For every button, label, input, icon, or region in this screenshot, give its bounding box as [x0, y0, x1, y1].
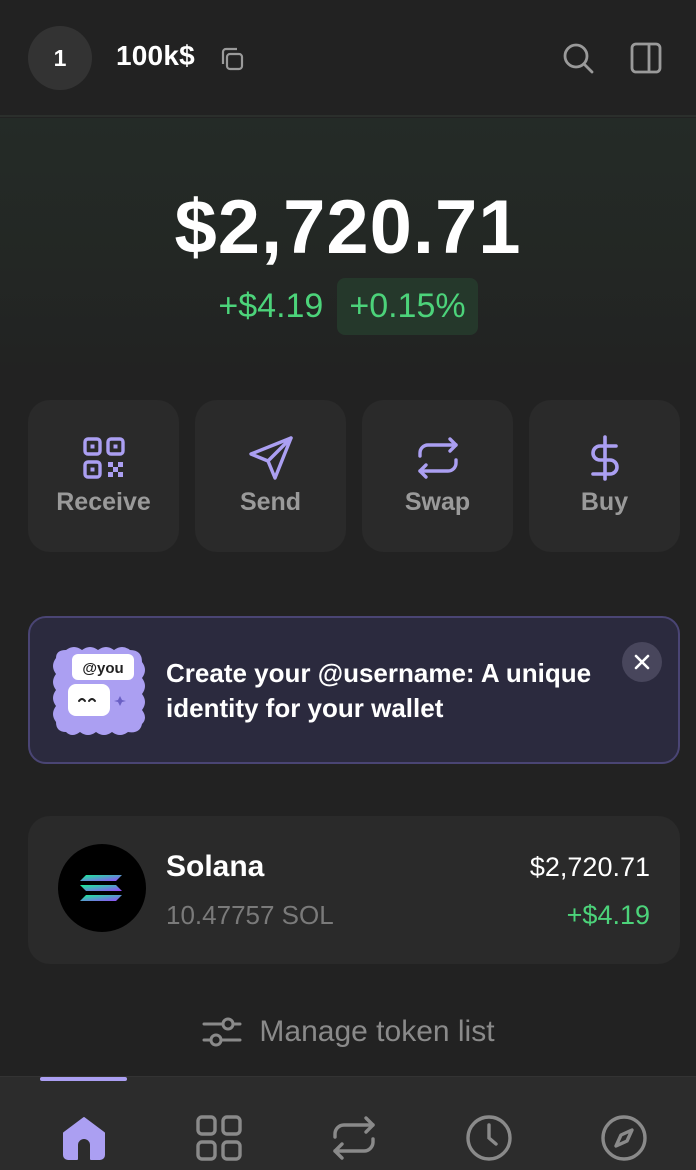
wallet-app: 1 100k$ $2,720.71 +$4.19 +0.15% Receive …: [0, 0, 696, 1170]
swap-label: Swap: [404, 488, 471, 516]
swap-button[interactable]: Swap: [362, 400, 513, 552]
sidebar-toggle-icon[interactable]: [628, 40, 664, 76]
copy-icon[interactable]: [218, 45, 246, 73]
search-icon[interactable]: [560, 40, 596, 76]
history-clock-icon[interactable]: [464, 1113, 514, 1163]
home-icon[interactable]: [59, 1113, 109, 1163]
collectibles-grid-icon[interactable]: [194, 1113, 244, 1163]
manage-token-list-label: Manage token list: [259, 1015, 495, 1048]
header: 1 100k$: [0, 0, 696, 117]
close-banner-button[interactable]: [622, 642, 662, 682]
username-promo-banner[interactable]: @you Create your @username: A unique ide…: [28, 616, 680, 764]
you-badge: @you: [82, 660, 123, 677]
solana-logo-icon: [58, 844, 146, 932]
receive-button[interactable]: Receive: [28, 400, 179, 552]
account-avatar[interactable]: 1: [28, 26, 92, 90]
buy-button[interactable]: Buy: [529, 400, 680, 552]
token-row-solana[interactable]: Solana 10.47757 SOL $2,720.71 +$4.19: [28, 816, 680, 964]
explore-compass-icon[interactable]: [599, 1113, 649, 1163]
balance-change-amount: +$4.19: [218, 287, 324, 325]
nav-swap-icon[interactable]: [329, 1113, 379, 1163]
swap-icon: [417, 437, 458, 479]
qr-code-icon: [82, 437, 125, 479]
total-balance: $2,720.71: [174, 185, 522, 270]
token-amount: 10.47757 SOL: [166, 900, 334, 930]
balance-section: $2,720.71 +$4.19 +0.15%: [0, 118, 696, 378]
solana-mark: [80, 875, 122, 901]
balance-change-percent: +0.15%: [337, 278, 478, 335]
username-promo-text: Create your @username: A unique identity…: [166, 658, 592, 723]
token-value: $2,720.71: [529, 852, 650, 882]
sliders-icon: [202, 1017, 242, 1047]
action-buttons: Receive Send Swap Buy: [28, 400, 680, 552]
manage-token-list-button[interactable]: Manage token list: [0, 1008, 696, 1056]
dollar-icon: [590, 435, 619, 481]
receive-label: Receive: [56, 488, 151, 516]
send-icon: [248, 436, 293, 480]
close-icon: [634, 654, 650, 670]
send-label: Send: [239, 488, 302, 516]
token-name: Solana: [166, 850, 265, 883]
send-button[interactable]: Send: [195, 400, 346, 552]
account-name[interactable]: 100k$: [116, 40, 195, 72]
avatar-label: 1: [53, 44, 67, 71]
bottom-nav: [0, 1076, 696, 1170]
balance-change-row: +$4.19 +0.15%: [0, 278, 696, 335]
active-tab-indicator: [40, 1077, 127, 1081]
buy-label: Buy: [580, 488, 629, 516]
token-change: +$4.19: [566, 900, 650, 930]
username-illustration-icon: @you: [53, 647, 145, 735]
